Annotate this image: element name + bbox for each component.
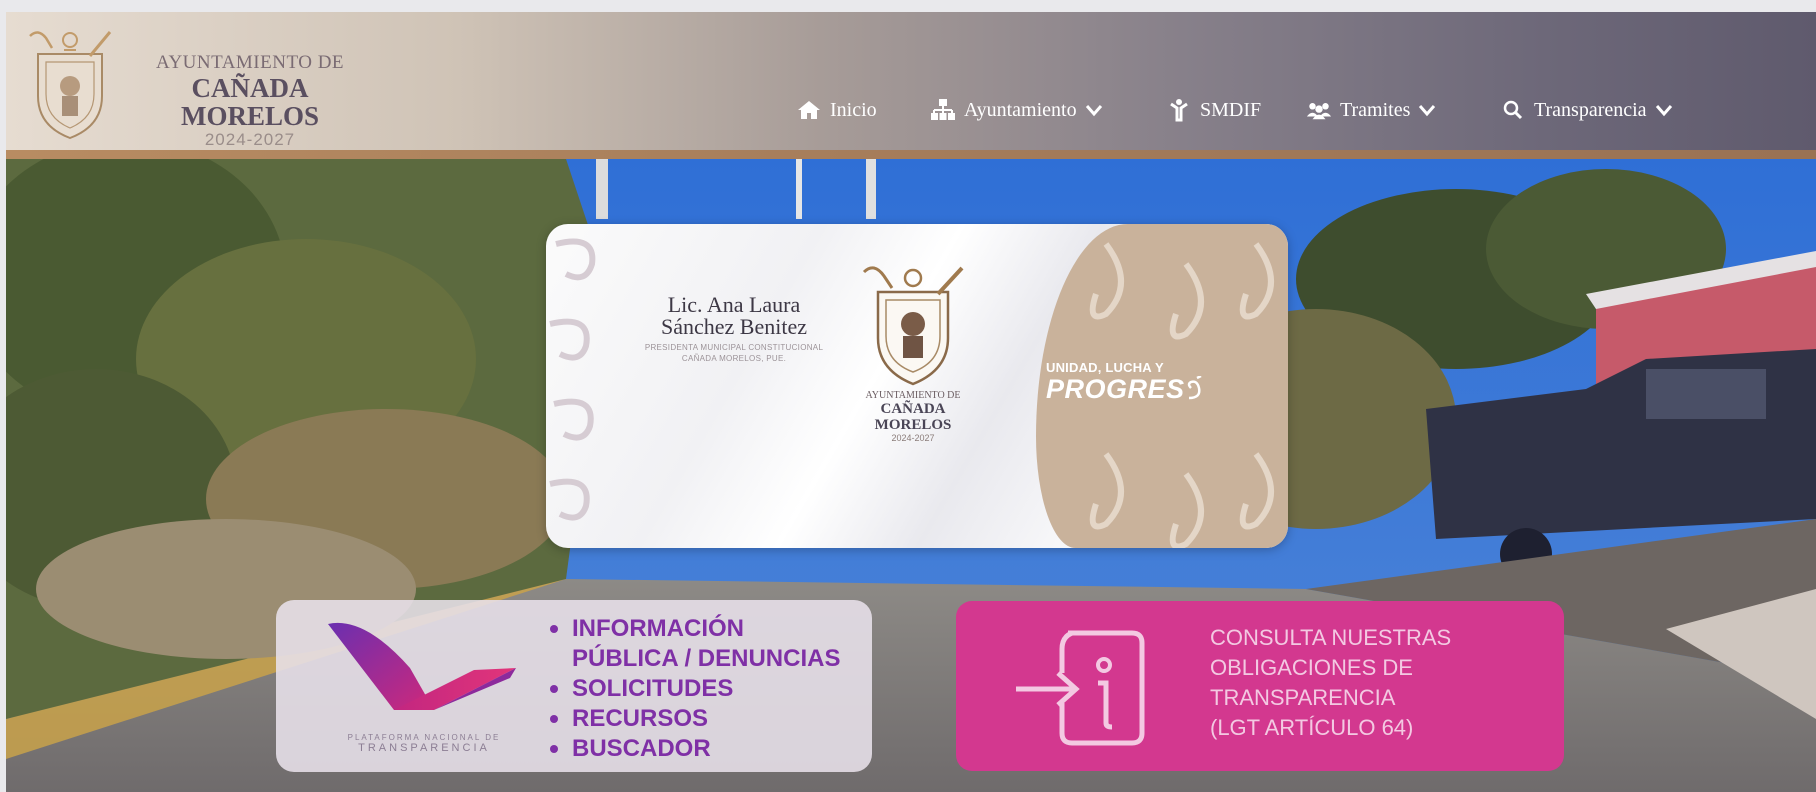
consulta-line3: TRANSPARENCIA bbox=[1210, 685, 1396, 710]
slogan-swirl-icon bbox=[1187, 374, 1202, 400]
pnt-item-informacion-cont[interactable]: PÚBLICA / DENUNCIAS bbox=[548, 644, 840, 674]
pnt-caption: PLATAFORMA NACIONAL DE TRANSPARENCIA bbox=[304, 732, 544, 754]
banner-ayto-line3: 2024-2027 bbox=[891, 433, 935, 443]
municipal-crest-logo[interactable] bbox=[24, 26, 116, 144]
nav-label-ayuntamiento: Ayuntamiento bbox=[964, 98, 1077, 121]
nav-label-transparencia: Transparencia bbox=[1534, 98, 1647, 121]
slogan-line1: UNIDAD, LUCHA Y bbox=[1046, 360, 1164, 375]
logo-line-ayuntamiento: AYUNTAMIENTO DE bbox=[155, 52, 345, 73]
banner-ayuntamiento-wordmark: AYUNTAMIENTO DE CAÑADA MORELOS 2024-2027 bbox=[842, 390, 984, 443]
consulta-obligaciones-card[interactable]: CONSULTA NUESTRAS OBLIGACIONES DE TRANSP… bbox=[956, 601, 1564, 771]
pnt-item-recursos[interactable]: RECURSOS bbox=[548, 704, 840, 734]
consulta-line1: CONSULTA NUESTRAS bbox=[1210, 625, 1452, 650]
consulta-line2: OBLIGACIONES DE bbox=[1210, 655, 1413, 680]
municipality-wordmark[interactable]: AYUNTAMIENTO DE CAÑADA MORELOS 2024-2027 bbox=[120, 52, 380, 150]
pnt-logo-icon bbox=[328, 622, 516, 710]
logo-line-period: 2024-2027 bbox=[204, 130, 296, 149]
child-icon bbox=[1166, 97, 1192, 123]
consulta-line4: (LGT ARTÍCULO 64) bbox=[1210, 715, 1414, 740]
mayor-banner[interactable]: Lic. Ana Laura Sánchez Benitez PRESIDENT… bbox=[546, 224, 1288, 548]
mayor-title-line1: PRESIDENTA MUNICIPAL CONSTITUCIONAL bbox=[644, 343, 824, 352]
header-divider bbox=[6, 150, 1816, 159]
pnt-link-list: INFORMACIÓN PÚBLICA / DENUNCIAS SOLICITU… bbox=[548, 614, 840, 764]
sitemap-icon bbox=[930, 97, 956, 123]
slogan-line2: PROGRES bbox=[1046, 374, 1203, 404]
nav-item-ayuntamiento[interactable]: Ayuntamiento bbox=[930, 90, 1103, 130]
logo-line-name: CAÑADA MORELOS bbox=[180, 73, 320, 131]
page: AYUNTAMIENTO DE CAÑADA MORELOS 2024-2027… bbox=[6, 12, 1816, 792]
mayor-name: Lic. Ana Laura Sánchez Benitez bbox=[634, 294, 834, 338]
mayor-title-line2: CAÑADA MORELOS, PUE. bbox=[681, 354, 787, 363]
nav-item-tramites[interactable]: Tramites bbox=[1306, 90, 1436, 130]
pnt-item-informacion[interactable]: INFORMACIÓN bbox=[548, 614, 840, 644]
banner-ayto-line1: AYUNTAMIENTO DE bbox=[865, 390, 961, 401]
nav-item-transparencia[interactable]: Transparencia bbox=[1500, 90, 1673, 130]
chevron-down-icon bbox=[1655, 105, 1672, 117]
site-header: AYUNTAMIENTO DE CAÑADA MORELOS 2024-2027… bbox=[6, 12, 1816, 150]
mayor-name-line2: Sánchez Benitez bbox=[661, 314, 807, 339]
info-enter-icon bbox=[1016, 630, 1145, 746]
nav-item-inicio[interactable]: Inicio bbox=[796, 90, 877, 130]
mayor-name-line1: Lic. Ana Laura bbox=[667, 292, 801, 317]
pnt-item-solicitudes[interactable]: SOLICITUDES bbox=[548, 674, 840, 704]
pnt-caption-line2: TRANSPARENCIA bbox=[358, 742, 490, 754]
ornament-swirl-left bbox=[549, 238, 596, 521]
pnt-transparency-card[interactable]: PLATAFORMA NACIONAL DE TRANSPARENCIA INF… bbox=[276, 600, 872, 772]
home-icon bbox=[796, 97, 822, 123]
nav-label-inicio: Inicio bbox=[830, 98, 877, 121]
slogan: UNIDAD, LUCHA Y PROGRES bbox=[1046, 360, 1203, 403]
nav-label-smdif: SMDIF bbox=[1200, 98, 1262, 121]
consulta-text: CONSULTA NUESTRAS OBLIGACIONES DE TRANSP… bbox=[1210, 623, 1540, 743]
banner-ayto-line2: CAÑADA MORELOS bbox=[874, 401, 952, 433]
chevron-down-icon bbox=[1419, 105, 1436, 117]
chevron-down-icon bbox=[1085, 105, 1102, 117]
users-icon bbox=[1306, 97, 1332, 123]
pnt-item-buscador[interactable]: BUSCADOR bbox=[548, 734, 840, 764]
search-icon bbox=[1500, 97, 1526, 123]
municipal-crest-icon bbox=[862, 266, 964, 386]
slogan-line2-text: PROGRES bbox=[1046, 374, 1185, 404]
nav-item-smdif[interactable]: SMDIF bbox=[1166, 90, 1261, 130]
nav-label-tramites: Tramites bbox=[1340, 98, 1411, 121]
mayor-title: PRESIDENTA MUNICIPAL CONSTITUCIONAL CAÑA… bbox=[630, 342, 838, 364]
